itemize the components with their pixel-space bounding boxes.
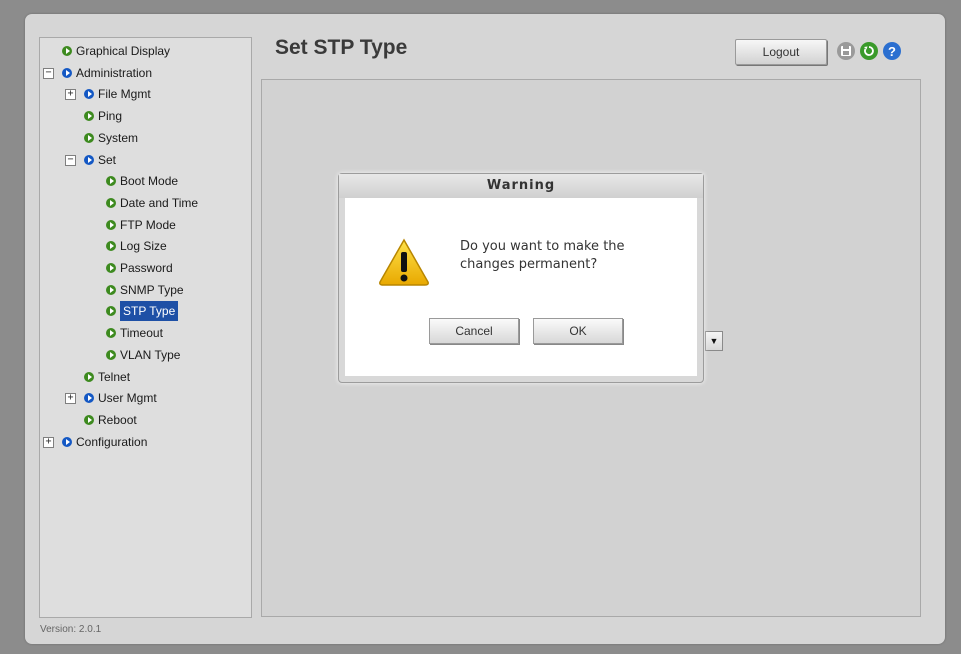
tree-bullet-icon: [62, 46, 72, 56]
tree-item-ping[interactable]: Ping: [84, 106, 122, 126]
tree-item-label: Telnet: [98, 370, 131, 384]
tree-item-label: Graphical Display: [76, 44, 171, 58]
tree-item-password[interactable]: Password: [106, 258, 173, 278]
tree-item-label: FTP Mode: [120, 218, 176, 232]
logout-button[interactable]: Logout: [735, 39, 827, 65]
tree-item-label: File Mgmt: [98, 87, 151, 101]
tree-item-label: Set: [98, 153, 117, 167]
collapse-toggle-icon[interactable]: −: [65, 155, 76, 166]
ok-button[interactable]: OK: [533, 318, 623, 344]
tree-bullet-icon: [62, 437, 72, 447]
tree-item-label: Administration: [76, 66, 153, 80]
tree-bullet-icon: [106, 241, 116, 251]
tree-item-label: Timeout: [120, 326, 163, 340]
tree-item-label: VLAN Type: [120, 348, 181, 362]
tree-bullet-icon: [106, 198, 116, 208]
save-icon[interactable]: [837, 42, 855, 60]
tree-item-ftp-mode[interactable]: FTP Mode: [106, 215, 176, 235]
tree-item-user-mgmt[interactable]: User Mgmt: [84, 388, 157, 408]
tree-bullet-icon: [106, 263, 116, 273]
tree-item-graphical-display[interactable]: Graphical Display: [62, 41, 170, 61]
tree-bullet-icon: [106, 328, 116, 338]
tree-bullet-icon: [84, 133, 94, 143]
tree-item-boot-mode[interactable]: Boot Mode: [106, 171, 178, 191]
tree-item-label: SNMP Type: [120, 283, 184, 297]
tree-item-timeout[interactable]: Timeout: [106, 323, 163, 343]
tree-item-label: Date and Time: [120, 196, 199, 210]
tree-item-label: STP Type: [120, 301, 179, 321]
page-title: Set STP Type: [275, 36, 408, 59]
tree-bullet-icon: [106, 285, 116, 295]
dialog-title: Warning: [339, 174, 703, 198]
tree-item-label: User Mgmt: [98, 391, 157, 405]
tree-item-label: Ping: [98, 109, 123, 123]
warning-icon: [376, 234, 432, 295]
tree-item-snmp-type[interactable]: SNMP Type: [106, 280, 184, 300]
expand-toggle-icon[interactable]: +: [65, 393, 76, 404]
stp-type-dropdown-arrow-icon[interactable]: ▼: [705, 331, 723, 351]
tree-item-log-size[interactable]: Log Size: [106, 236, 167, 256]
tree-item-date-and-time[interactable]: Date and Time: [106, 193, 198, 213]
tree-bullet-icon: [84, 155, 94, 165]
tree-bullet-icon: [106, 306, 116, 316]
version-label: Version: 2.0.1: [40, 624, 102, 635]
tree-item-configuration[interactable]: Configuration: [62, 432, 147, 452]
tree-bullet-icon: [62, 68, 72, 78]
tree-item-reboot[interactable]: Reboot: [84, 410, 137, 430]
tree-item-telnet[interactable]: Telnet: [84, 367, 130, 387]
tree-bullet-icon: [106, 220, 116, 230]
refresh-icon[interactable]: [860, 42, 878, 60]
collapse-toggle-icon[interactable]: −: [43, 68, 54, 79]
cancel-button[interactable]: Cancel: [429, 318, 519, 344]
dialog-message: Do you want to make the changes permanen…: [460, 238, 680, 274]
dialog-message-line: Do you want to make the: [460, 239, 625, 254]
warning-dialog: Warning Do you want to make the changes …: [338, 173, 704, 383]
expand-toggle-icon[interactable]: +: [43, 437, 54, 448]
help-icon[interactable]: ?: [883, 42, 901, 60]
tree-item-label: Password: [120, 261, 173, 275]
tree-item-vlan-type[interactable]: VLAN Type: [106, 345, 180, 365]
tree-item-system[interactable]: System: [84, 128, 138, 148]
expand-toggle-icon[interactable]: +: [65, 89, 76, 100]
tree-bullet-icon: [84, 393, 94, 403]
tree-item-label: Reboot: [98, 413, 137, 427]
dialog-message-line: changes permanent?: [460, 257, 598, 272]
tree-bullet-icon: [84, 372, 94, 382]
tree-item-file-mgmt[interactable]: File Mgmt: [84, 84, 151, 104]
tree-item-stp-type[interactable]: STP Type: [106, 301, 179, 321]
tree-bullet-icon: [84, 111, 94, 121]
dialog-body: Do you want to make the changes permanen…: [345, 198, 697, 376]
tree-item-label: Log Size: [120, 239, 167, 253]
tree-item-set[interactable]: Set: [84, 150, 116, 170]
tree-item-administration[interactable]: Administration: [62, 63, 152, 83]
tree-item-label: Boot Mode: [120, 174, 179, 188]
tree-bullet-icon: [84, 89, 94, 99]
tree-bullet-icon: [84, 415, 94, 425]
tree-bullet-icon: [106, 350, 116, 360]
tree-bullet-icon: [106, 176, 116, 186]
tree-item-label: Configuration: [76, 435, 148, 449]
tree-item-label: System: [98, 131, 139, 145]
